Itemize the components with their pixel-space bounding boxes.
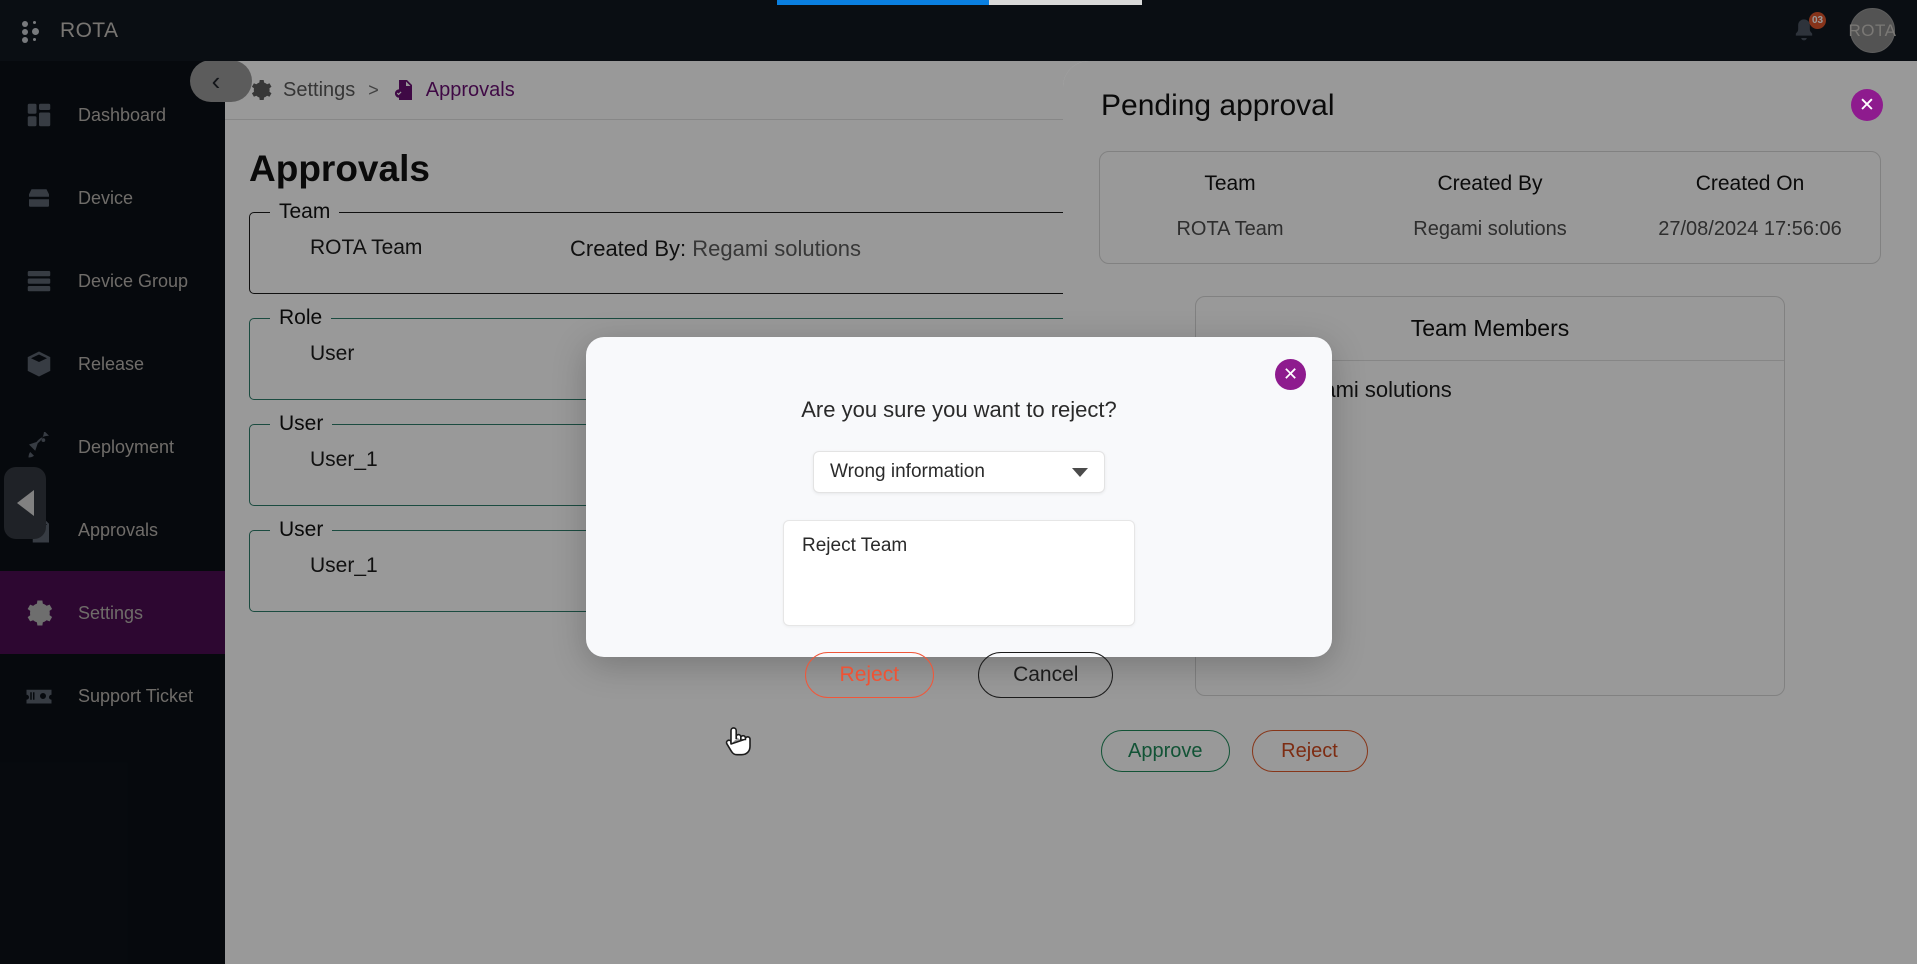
- cell-value: 27/08/2024 17:56:06: [1620, 218, 1880, 241]
- reject-reason-select[interactable]: Wrong information: [813, 451, 1105, 493]
- modal-close-button[interactable]: ✕: [1275, 359, 1306, 390]
- page-loading-bar: [777, 0, 1142, 5]
- mouse-cursor: [722, 723, 756, 768]
- info-col-created-on: Created On 27/08/2024 17:56:06: [1620, 172, 1880, 241]
- info-col-created-by: Created By Regami solutions: [1360, 172, 1620, 241]
- approve-button[interactable]: Approve: [1101, 730, 1230, 772]
- approval-info-card: Team ROTA Team Created By Regami solutio…: [1099, 151, 1881, 264]
- reject-comment-textarea[interactable]: Reject Team: [783, 520, 1135, 626]
- reject-confirm-modal: ✕ Are you sure you want to reject? Wrong…: [586, 337, 1332, 657]
- selected-option: Wrong information: [830, 461, 1072, 483]
- close-icon: ✕: [1283, 364, 1298, 385]
- info-col-team: Team ROTA Team: [1100, 172, 1360, 241]
- close-icon: ✕: [1859, 94, 1875, 117]
- modal-action-buttons: Reject Cancel: [586, 652, 1332, 698]
- info-header-row: Team ROTA Team Created By Regami solutio…: [1100, 172, 1880, 241]
- cell-value: ROTA Team: [1100, 218, 1360, 241]
- cell-value: Regami solutions: [1360, 218, 1620, 241]
- chevron-down-icon: [1072, 468, 1088, 477]
- drawer-close-button[interactable]: ✕: [1851, 89, 1883, 121]
- column-header: Team: [1100, 172, 1360, 196]
- modal-reject-button[interactable]: Reject: [805, 652, 935, 698]
- modal-cancel-button[interactable]: Cancel: [978, 652, 1113, 698]
- drawer-action-buttons: Approve Reject: [1099, 730, 1881, 772]
- app-root: ROTA 03 ROTA Dashboard Device: [0, 0, 1917, 964]
- column-header: Created On: [1620, 172, 1880, 196]
- drawer-title: Pending approval: [1099, 61, 1881, 123]
- column-header: Created By: [1360, 172, 1620, 196]
- page-loading-bar-fill: [777, 0, 989, 5]
- modal-question: Are you sure you want to reject?: [586, 337, 1332, 423]
- reject-button[interactable]: Reject: [1252, 730, 1368, 772]
